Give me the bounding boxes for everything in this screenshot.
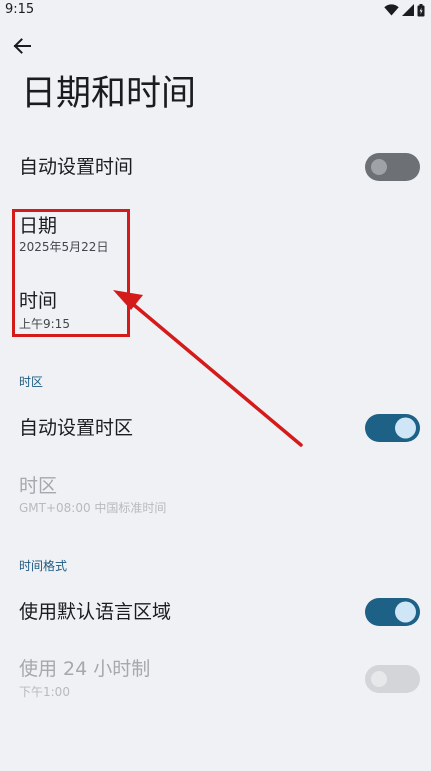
annotation-arrow [113,290,303,447]
